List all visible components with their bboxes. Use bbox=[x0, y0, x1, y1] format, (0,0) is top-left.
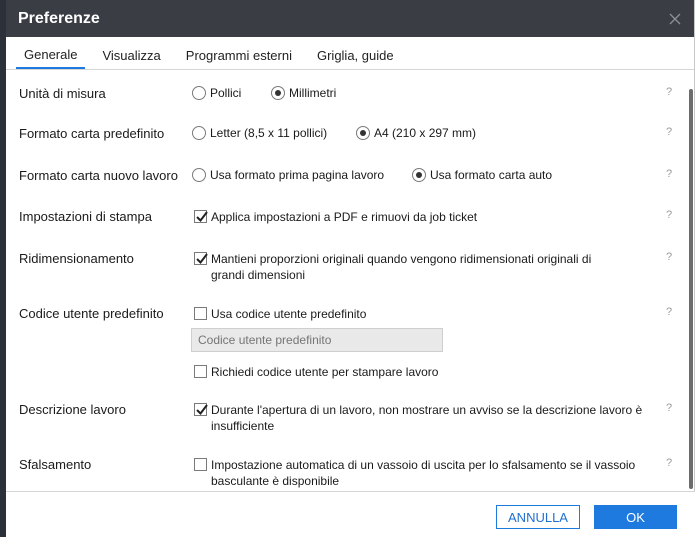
radio-millimetri[interactable]: Millimetri bbox=[271, 86, 336, 100]
dialog-title: Preferenze bbox=[18, 9, 100, 27]
help-icon[interactable]: ? bbox=[666, 457, 672, 469]
radio-circle bbox=[192, 126, 206, 140]
radio-first-page-size[interactable]: Usa formato prima pagina lavoro bbox=[192, 168, 384, 182]
checkbox-unchecked bbox=[194, 365, 207, 378]
preferences-dialog: Preferenze Generale Visualizza Programmi… bbox=[6, 0, 695, 537]
dialog-footer: ANNULLA OK bbox=[6, 491, 695, 537]
help-icon[interactable]: ? bbox=[666, 168, 672, 180]
user-code-input[interactable] bbox=[191, 328, 443, 352]
radio-label: Millimetri bbox=[289, 86, 337, 100]
radio-circle-selected bbox=[412, 168, 426, 182]
help-icon[interactable]: ? bbox=[666, 251, 672, 263]
cancel-button[interactable]: ANNULLA bbox=[496, 505, 580, 529]
checkbox-unchecked bbox=[194, 307, 207, 320]
default-user-code-label: Codice utente predefinito bbox=[19, 306, 164, 321]
checkbox-require-user-code[interactable]: Richiedi codice utente per stampare lavo… bbox=[194, 364, 624, 380]
default-paper-label: Formato carta predefinito bbox=[19, 126, 165, 141]
units-label: Unità di misura bbox=[19, 86, 106, 101]
checkbox-apply-to-pdf[interactable]: Applica impostazioni a PDF e rimuovi da … bbox=[194, 209, 654, 225]
job-description-label: Descrizione lavoro bbox=[19, 402, 126, 417]
radio-pollici[interactable]: Pollici bbox=[192, 86, 241, 100]
settings-panel: Unità di misura Pollici Millimetri ? For… bbox=[6, 71, 689, 491]
help-icon[interactable]: ? bbox=[666, 402, 672, 414]
tab-generale[interactable]: Generale bbox=[16, 47, 86, 69]
radio-circle bbox=[192, 86, 206, 100]
resizing-label: Ridimensionamento bbox=[19, 251, 134, 266]
radio-label: Letter (8,5 x 11 pollici) bbox=[210, 126, 328, 140]
tab-griglia-guide[interactable]: Griglia, guide bbox=[309, 48, 402, 69]
radio-label: Pollici bbox=[210, 86, 242, 100]
checkbox-unchecked bbox=[194, 458, 207, 471]
checkbox-label: Durante l'apertura di un lavoro, non mos… bbox=[211, 403, 643, 433]
tab-programmi-esterni[interactable]: Programmi esterni bbox=[178, 48, 300, 69]
checkbox-label: Mantieni proporzioni originali quando ve… bbox=[211, 252, 592, 282]
checkbox-label: Richiedi codice utente per stampare lavo… bbox=[211, 365, 439, 379]
help-icon[interactable]: ? bbox=[666, 126, 672, 138]
help-icon[interactable]: ? bbox=[666, 306, 672, 318]
checkbox-label: Applica impostazioni a PDF e rimuovi da … bbox=[211, 210, 478, 224]
checkbox-checked bbox=[194, 252, 208, 265]
checkbox-checked bbox=[194, 403, 208, 416]
print-settings-label: Impostazioni di stampa bbox=[19, 209, 152, 224]
help-icon[interactable]: ? bbox=[666, 209, 672, 221]
new-job-paper-label: Formato carta nuovo lavoro bbox=[19, 168, 178, 183]
radio-letter[interactable]: Letter (8,5 x 11 pollici) bbox=[192, 126, 327, 140]
checkbox-label: Usa codice utente predefinito bbox=[211, 307, 367, 321]
radio-circle-selected bbox=[356, 126, 370, 140]
vertical-scrollbar[interactable] bbox=[688, 71, 694, 491]
tab-visualizza[interactable]: Visualizza bbox=[94, 48, 168, 69]
radio-circle-selected bbox=[271, 86, 285, 100]
ok-button[interactable]: OK bbox=[594, 505, 677, 529]
checkbox-keep-proportions[interactable]: Mantieni proporzioni originali quando ve… bbox=[194, 251, 624, 283]
close-icon[interactable] bbox=[664, 8, 686, 30]
offset-label: Sfalsamento bbox=[19, 457, 92, 472]
checkbox-use-default-user-code[interactable]: Usa codice utente predefinito bbox=[194, 306, 624, 322]
radio-label: A4 (210 x 297 mm) bbox=[374, 126, 477, 140]
radio-auto-paper-size[interactable]: Usa formato carta auto bbox=[412, 168, 552, 182]
tab-bar: Generale Visualizza Programmi esterni Gr… bbox=[6, 37, 694, 70]
radio-a4[interactable]: A4 (210 x 297 mm) bbox=[356, 126, 476, 140]
checkbox-checked bbox=[194, 210, 208, 223]
checkbox-suppress-description-warning[interactable]: Durante l'apertura di un lavoro, non mos… bbox=[194, 402, 644, 434]
scrollbar-thumb[interactable] bbox=[689, 89, 693, 489]
radio-circle bbox=[192, 168, 206, 182]
help-icon[interactable]: ? bbox=[666, 86, 672, 98]
radio-label: Usa formato carta auto bbox=[430, 168, 553, 182]
checkbox-label: Impostazione automatica di un vassoio di… bbox=[211, 458, 636, 488]
checkbox-auto-offset-tray[interactable]: Impostazione automatica di un vassoio di… bbox=[194, 457, 644, 489]
title-bar: Preferenze bbox=[6, 0, 694, 37]
radio-label: Usa formato prima pagina lavoro bbox=[210, 168, 385, 182]
